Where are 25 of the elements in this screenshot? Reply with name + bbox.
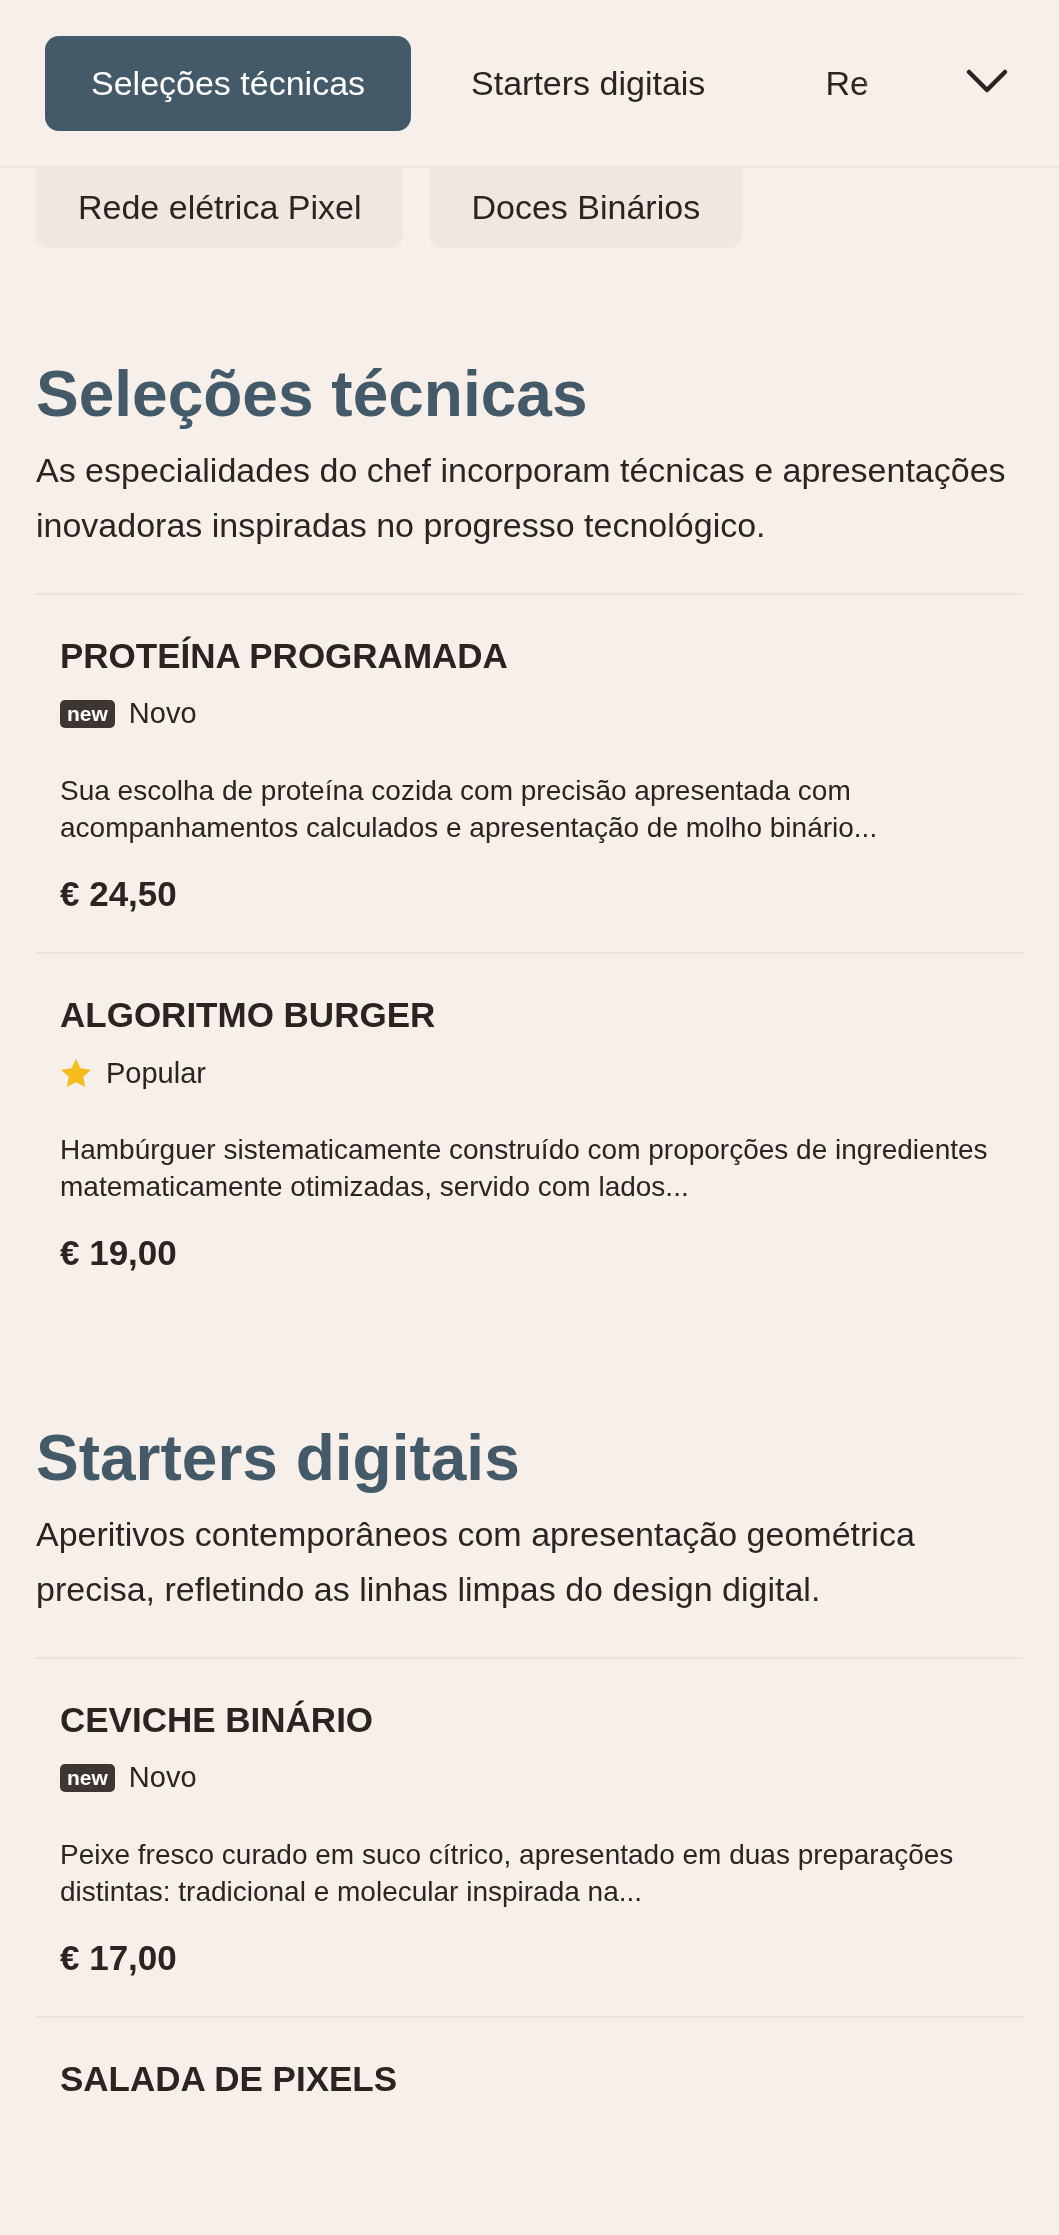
dish-price: € 24,50 [60,872,178,915]
tag-label: Novo [128,696,197,732]
section-description: Aperitivos contemporâneos com apresentação geométrica precisa, refletindo as linhas limpas do design digital. [36,1513,916,1610]
dish-name: SALADA DE PIXELS [60,2058,399,2101]
section-title: Starters digitais [36,1420,521,1496]
dish-name: CEVICHE BINÁRIO [60,1698,375,1741]
tag-label: Popular [106,1055,206,1091]
category-tab[interactable]: Seleções técnicas [45,36,412,131]
category-tab[interactable]: Starters digitais [411,36,766,131]
subcategory-tab[interactable]: Doces Binários [429,166,743,248]
subcategory-tab[interactable]: Rede elétrica Pixel [36,166,404,248]
category-tab[interactable]: Re [765,36,929,131]
dish-name: ALGORITMO BURGER [60,994,437,1037]
dish-price: € 17,00 [60,1936,178,1979]
star-icon [60,1058,92,1090]
dish-name: PROTEÍNA PROGRAMADA [60,634,509,677]
new-badge: new [60,700,115,729]
dish-description: Sua escolha de proteína cozida com precisão apresentada com acompanhamentos calculados e apresentação de molho binário... [60,773,879,845]
dish-price: € 19,00 [60,1232,178,1275]
new-badge: new [60,1763,115,1792]
section-title: Seleções técnicas [36,357,589,432]
dish-description: Peixe fresco curado em suco cítrico, apresentado em duas preparações distintas: tradicional e molecular inspirada na... [60,1837,955,1909]
section-description: As especialidades do chef incorporam técnicas e apresentações inovadoras inspiradas no progresso tecnológico. [36,449,1007,546]
dish-description: Hambúrguer sistematicamente construído com proporções de ingredientes matematicamente otimizadas, servido com lados... [60,1133,989,1205]
tag-label: Novo [128,1760,197,1796]
